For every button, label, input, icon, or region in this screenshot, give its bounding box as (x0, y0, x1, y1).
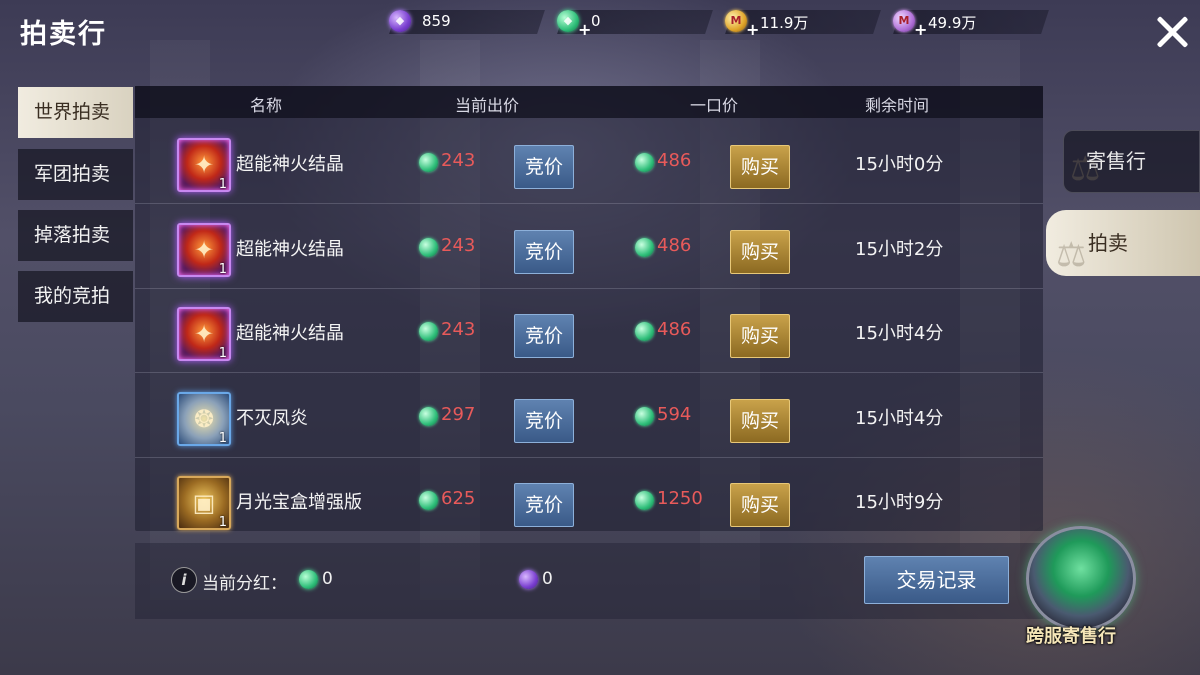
buy-button[interactable]: 购买 (730, 145, 790, 189)
green-gem-icon (419, 491, 438, 510)
page-title: 拍卖行 (20, 19, 107, 50)
current-bid-price: 243 (441, 150, 476, 171)
cross-server-consignment-button[interactable]: 跨服寄售行 (1016, 518, 1146, 658)
green-gem-icon (635, 153, 654, 172)
bonus-purple-value: 0 (542, 569, 553, 589)
item-quantity: 1 (218, 515, 227, 530)
tab-my-bids[interactable]: 我的竞拍 (18, 271, 133, 322)
info-icon[interactable]: i (171, 567, 197, 593)
table-row[interactable]: ✦ 1 超能神火结晶 243 竞价 486 购买 15小时2分 (135, 205, 1043, 289)
violet-coin-icon[interactable]: M (893, 10, 915, 32)
bid-button[interactable]: 竞价 (514, 399, 574, 443)
current-bid-price: 243 (441, 319, 476, 340)
bonus-green-value: 0 (322, 569, 333, 589)
add-violet-plus-icon[interactable]: + (914, 20, 927, 39)
item-quantity: 1 (218, 431, 227, 446)
buyout-price: 1250 (657, 488, 703, 509)
buy-button[interactable]: 购买 (730, 230, 790, 274)
remaining-time: 15小时9分 (855, 492, 944, 513)
buy-button[interactable]: 购买 (730, 314, 790, 358)
item-name: 月光宝盒增强版 (236, 492, 362, 513)
currency-gold-value: 11.9万 (760, 14, 809, 32)
buyout-price: 594 (657, 404, 692, 425)
phoenix-flame-icon[interactable]: ❂ 1 (177, 392, 231, 446)
header-name: 名称 (250, 96, 283, 115)
table-row[interactable]: ▣ 1 月光宝盒增强版 625 竞价 1250 购买 15小时9分 (135, 458, 1043, 542)
cross-server-label: 跨服寄售行 (1026, 626, 1116, 647)
bottom-bar: i 当前分红： 0 0 交易记录 (135, 543, 1043, 619)
gold-coin-icon[interactable]: M (725, 10, 747, 32)
header-current-bid: 当前出价 (455, 96, 520, 115)
scale-icon: ⚖ (1056, 235, 1087, 275)
bid-button[interactable]: 竞价 (514, 145, 574, 189)
bonus-label: 当前分红： (202, 574, 287, 594)
remaining-time: 15小时0分 (855, 154, 944, 175)
item-name: 超能神火结晶 (236, 323, 344, 344)
treasure-box-icon[interactable]: ▣ 1 (177, 476, 231, 530)
remaining-time: 15小时2分 (855, 239, 944, 260)
emerald-chest-icon (1026, 526, 1136, 631)
trade-record-button[interactable]: 交易记录 (864, 556, 1009, 604)
current-bid-price: 243 (441, 235, 476, 256)
currency-violet-value: 49.9万 (928, 14, 977, 32)
buy-button[interactable]: 购买 (730, 399, 790, 443)
auction-table: 名称 当前出价 一口价 剩余时间 ✦ 1 超能神火结晶 243 竞价 486 购买… (135, 86, 1043, 531)
buyout-price: 486 (657, 235, 692, 256)
item-quantity: 1 (218, 177, 227, 192)
bid-button[interactable]: 竞价 (514, 230, 574, 274)
purple-crystal-icon: ◆ (389, 10, 411, 32)
green-gem-icon (635, 407, 654, 426)
item-name: 不灭凤炎 (236, 408, 308, 429)
table-row[interactable]: ❂ 1 不灭凤炎 297 竞价 594 购买 15小时4分 (135, 374, 1043, 458)
current-bid-price: 297 (441, 404, 476, 425)
green-gem-icon (299, 570, 318, 589)
buyout-price: 486 (657, 150, 692, 171)
fire-crystal-icon[interactable]: ✦ 1 (177, 307, 231, 361)
tab-world-auction[interactable]: 世界拍卖 (18, 87, 133, 138)
fire-crystal-icon[interactable]: ✦ 1 (177, 223, 231, 277)
tab-drop-auction[interactable]: 掉落拍卖 (18, 210, 133, 261)
item-quantity: 1 (218, 346, 227, 361)
tab-consignment[interactable]: ⚖ 寄售行 (1063, 130, 1200, 193)
add-gem-plus-icon[interactable]: + (578, 20, 591, 39)
green-gem-icon (635, 491, 654, 510)
green-gem-icon (419, 407, 438, 426)
bid-button[interactable]: 竞价 (514, 314, 574, 358)
remaining-time: 15小时4分 (855, 323, 944, 344)
table-row[interactable]: ✦ 1 超能神火结晶 243 竞价 486 购买 15小时4分 (135, 289, 1043, 373)
green-gem-icon[interactable]: ◆ (557, 10, 579, 32)
fire-crystal-icon[interactable]: ✦ 1 (177, 138, 231, 192)
green-gem-icon (419, 238, 438, 257)
green-gem-icon (635, 238, 654, 257)
item-name: 超能神火结晶 (236, 154, 344, 175)
purple-crystal-icon (519, 570, 538, 589)
currency-crystal-value: 859 (422, 12, 451, 30)
header-buyout: 一口价 (690, 96, 739, 115)
green-gem-icon (419, 322, 438, 341)
currency-gem-value: 0 (591, 12, 601, 30)
currency-bar-crystal (389, 10, 545, 34)
tab-consignment-label: 寄售行 (1086, 149, 1146, 173)
bid-button[interactable]: 竞价 (514, 483, 574, 527)
table-header: 名称 当前出价 一口价 剩余时间 (135, 86, 1043, 118)
header-remaining-time: 剩余时间 (865, 96, 930, 115)
buyout-price: 486 (657, 319, 692, 340)
tab-auction-label: 拍卖 (1088, 231, 1128, 255)
green-gem-icon (635, 322, 654, 341)
tab-legion-auction[interactable]: 军团拍卖 (18, 149, 133, 200)
buy-button[interactable]: 购买 (730, 483, 790, 527)
table-row[interactable]: ✦ 1 超能神火结晶 243 竞价 486 购买 15小时0分 (135, 120, 1043, 204)
green-gem-icon (419, 153, 438, 172)
item-name: 超能神火结晶 (236, 239, 344, 260)
current-bid-price: 625 (441, 488, 476, 509)
remaining-time: 15小时4分 (855, 408, 944, 429)
item-quantity: 1 (218, 262, 227, 277)
add-gold-plus-icon[interactable]: + (746, 20, 759, 39)
tab-auction[interactable]: ⚖ 拍卖 (1046, 210, 1200, 276)
close-icon[interactable] (1154, 14, 1190, 50)
